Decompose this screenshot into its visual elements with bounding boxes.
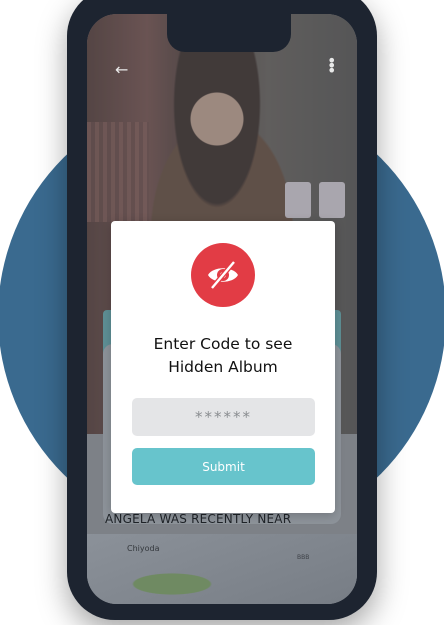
map-label: Chiyoda — [127, 544, 160, 553]
map-label-small: BBB — [297, 554, 310, 561]
modal-title: Enter Code to see Hidden Album — [111, 333, 335, 379]
phone-notch — [167, 14, 291, 52]
recently-near-heading: ANGELA WAS RECENTLY NEAR — [105, 512, 292, 526]
modal-title-line-1: Enter Code to see — [153, 335, 293, 353]
eye-slash-icon — [191, 243, 255, 307]
hidden-album-modal: Enter Code to see Hidden Album Submit — [111, 221, 335, 513]
modal-title-line-2: Hidden Album — [168, 358, 278, 376]
location-map[interactable]: Chiyoda BBB — [87, 534, 357, 604]
submit-button[interactable]: Submit — [132, 448, 315, 485]
code-input[interactable] — [132, 398, 315, 436]
back-arrow-icon[interactable]: ← — [115, 60, 128, 79]
more-options-icon[interactable]: • • • — [327, 53, 336, 79]
